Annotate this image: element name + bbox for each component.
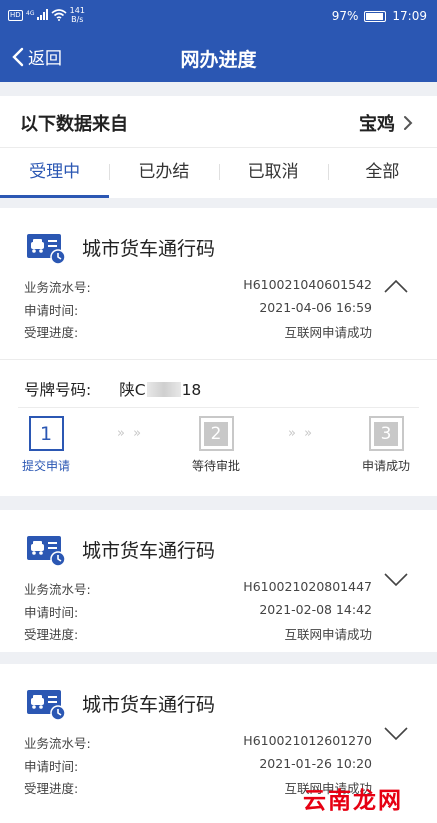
serial-value: H610021020801447: [243, 579, 372, 594]
progress-value: 互联网申请成功: [284, 325, 372, 340]
truck-document-clock-icon: [27, 536, 66, 566]
apply-time-value: 2021-02-08 14:42: [259, 601, 372, 617]
tab-completed[interactable]: 已办结: [109, 148, 218, 198]
plate-label: 号牌号码:: [24, 381, 92, 399]
data-source-label: 以下数据来自: [20, 114, 128, 135]
battery-icon: [364, 10, 387, 22]
nav-bar: 返回 网办进度: [0, 34, 437, 82]
step-arrows-icon: » »: [117, 426, 144, 441]
divider: [0, 359, 437, 360]
status-tabs: 受理中 已办结 已取消 全部: [0, 148, 437, 198]
application-card[interactable]: 城市货车通行码 业务流水号: H610021040601542 申请时间: 2021…: [0, 208, 437, 496]
city-name: 宝鸡: [359, 114, 395, 135]
apply-time-value: 2021-01-26 10:20: [259, 755, 372, 771]
svg-text:4G: 4G: [26, 10, 35, 17]
step-arrows-icon: » »: [288, 426, 315, 441]
apply-time-row: 申请时间: 2021-04-06 16:59: [24, 300, 372, 323]
battery-percent: 97%: [331, 9, 359, 23]
step-label: 等待审批: [191, 459, 240, 473]
card-title: 城市货车通行码: [82, 693, 216, 716]
card-title: 城市货车通行码: [82, 237, 216, 260]
progress-value: 互联网申请成功: [284, 627, 372, 642]
serial-value: H610021012601270: [243, 733, 372, 748]
progress-row: 受理进度: 互联网申请成功: [24, 322, 372, 345]
serial-row: 业务流水号: H610021012601270: [24, 733, 372, 756]
step-label: 申请成功: [361, 459, 410, 473]
tab-processing[interactable]: 受理中: [0, 148, 110, 198]
chevron-right-icon: [404, 116, 413, 130]
status-bar: HD 4G 141 B/s 97% 17:09: [0, 0, 437, 34]
divider: [18, 407, 419, 408]
plate-value: 陕C 18: [119, 381, 202, 399]
card-title: 城市货车通行码: [82, 539, 216, 562]
city-selector[interactable]: 宝鸡: [359, 110, 413, 136]
step-label: 提交申请: [21, 459, 70, 473]
chevron-down-icon[interactable]: [383, 572, 409, 588]
chevron-down-icon[interactable]: [383, 726, 409, 742]
wifi-icon: [51, 9, 67, 21]
page-title: 网办进度: [180, 49, 257, 71]
progress-row: 受理进度: 互联网申请成功: [24, 624, 372, 647]
plate-number-row: 号牌号码: 陕C 18: [24, 378, 201, 400]
chevron-up-icon[interactable]: [383, 278, 409, 294]
tab-all[interactable]: 全部: [327, 148, 437, 198]
apply-time-value: 2021-04-06 16:59: [259, 299, 372, 315]
truck-document-clock-icon: [27, 690, 66, 720]
serial-row: 业务流水号: H610021020801447: [24, 579, 372, 602]
masked-plate-digits: [146, 382, 181, 397]
clock: 17:09: [392, 9, 427, 23]
step-success: 3 申请成功: [346, 416, 426, 474]
network-badge: HD: [8, 9, 23, 21]
step-submit: 1 提交申请: [6, 416, 86, 474]
apply-time-row: 申请时间: 2021-01-26 10:20: [24, 756, 372, 779]
application-card[interactable]: 城市货车通行码 业务流水号: H610021020801447 申请时间: 2021…: [0, 510, 437, 652]
truck-document-clock-icon: [27, 234, 66, 264]
apply-time-row: 申请时间: 2021-02-08 14:42: [24, 602, 372, 625]
serial-value: H610021040601542: [243, 277, 372, 292]
watermark-logo: 云南龙网: [303, 788, 403, 814]
tab-cancelled[interactable]: 已取消: [218, 148, 328, 198]
serial-row: 业务流水号: H610021040601542: [24, 277, 372, 300]
data-source-bar: 以下数据来自 宝鸡: [0, 96, 437, 148]
signal-icon: 4G: [26, 9, 48, 20]
step-review: 2 等待审批: [176, 416, 256, 474]
network-speed: 141 B/s: [69, 6, 85, 24]
